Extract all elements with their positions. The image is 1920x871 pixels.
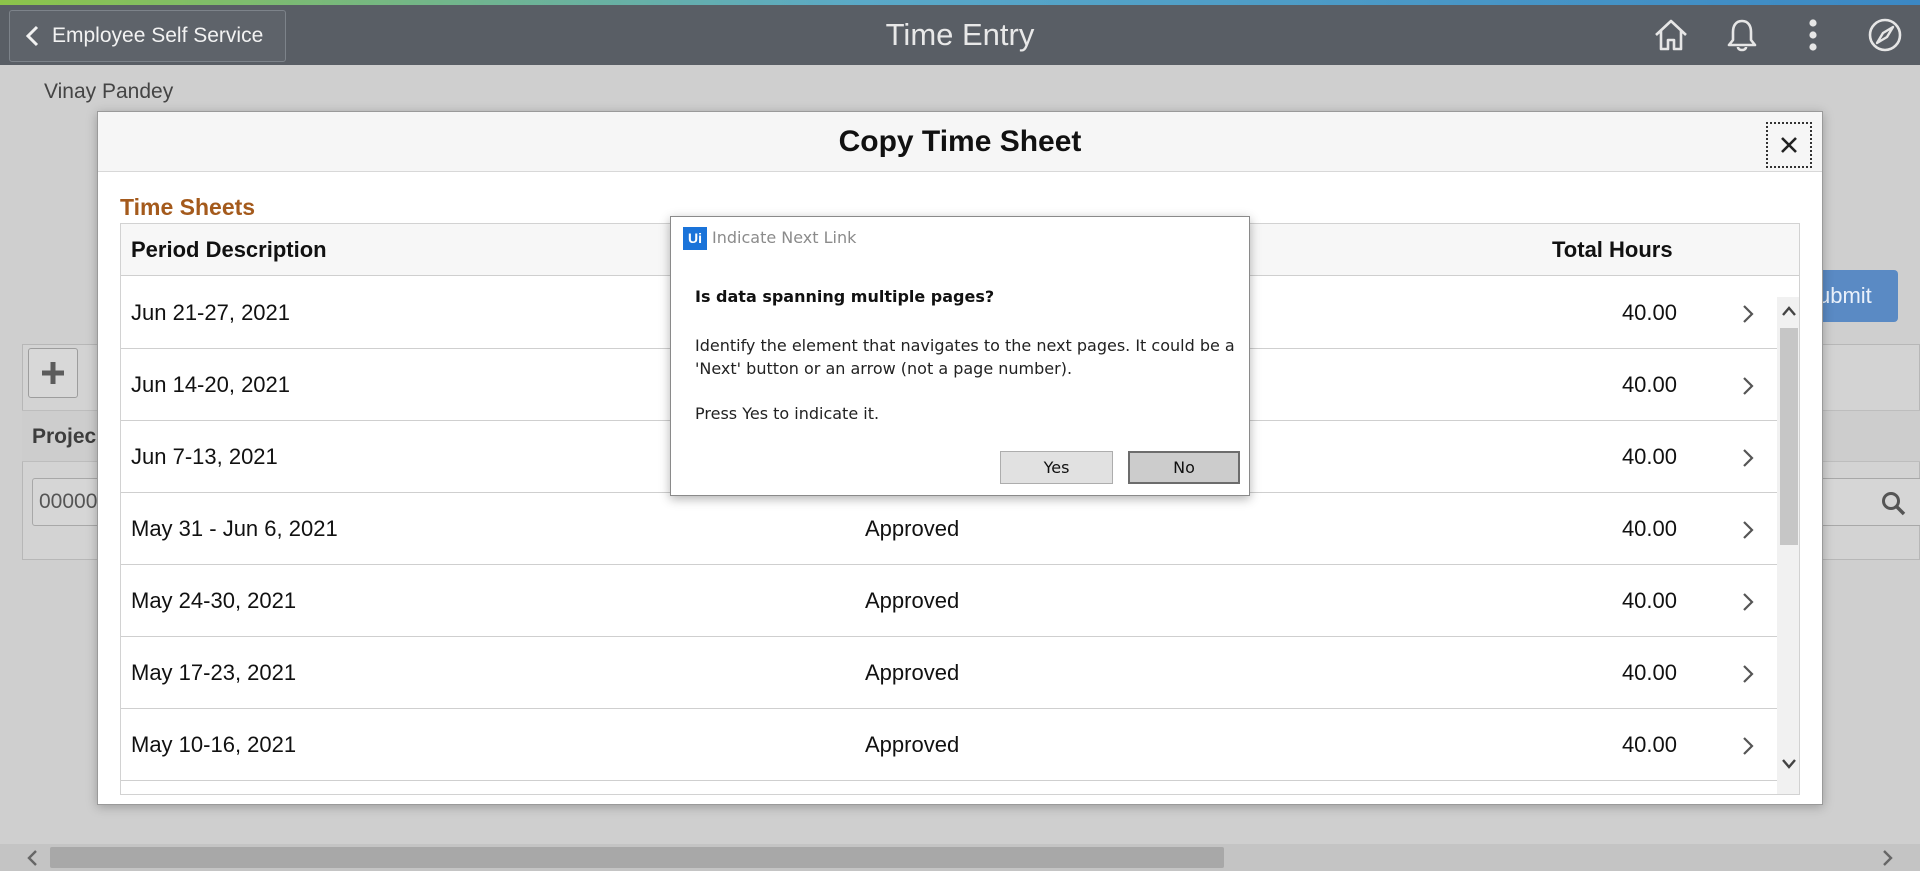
chevron-right-icon[interactable] — [1741, 447, 1755, 469]
chevron-right-icon[interactable] — [1741, 519, 1755, 541]
indicate-next-link-dialog: Ui Indicate Next Link Is data spanning m… — [670, 216, 1250, 496]
dialog-question: Is data spanning multiple pages? — [695, 287, 995, 306]
hours-cell: 40.00 — [1621, 372, 1677, 397]
hours-cell: 40.00 — [1621, 300, 1677, 325]
hours-cell: 40.00 — [1621, 588, 1677, 613]
yes-button[interactable]: Yes — [1000, 451, 1113, 484]
user-name: Vinay Pandey — [44, 80, 174, 103]
chevron-right-icon[interactable] — [1741, 735, 1755, 757]
period-cell: Jun 7-13, 2021 — [131, 444, 278, 469]
table-row[interactable]: May 17-23, 2021 Approved 40.00 — [121, 637, 1777, 709]
scroll-right-icon[interactable] — [1876, 846, 1898, 870]
hours-cell: 40.00 — [1621, 660, 1677, 685]
period-cell: Jun 14-20, 2021 — [131, 372, 291, 397]
hours-cell: 40.00 — [1621, 516, 1677, 541]
dialog-title: Indicate Next Link — [712, 228, 857, 247]
header-banner — [0, 5, 1920, 65]
chevron-left-icon — [25, 25, 39, 47]
modal-close-button[interactable] — [1766, 122, 1812, 168]
vertical-scrollbar-thumb[interactable] — [1780, 328, 1798, 545]
scroll-left-icon[interactable] — [22, 846, 44, 870]
close-icon — [1781, 137, 1797, 153]
table-row[interactable]: May 24-30, 2021 Approved 40.00 — [121, 565, 1777, 637]
status-cell: Approved — [865, 732, 960, 757]
hours-cell: 40.00 — [1621, 444, 1677, 469]
bell-icon[interactable] — [1722, 15, 1762, 55]
more-vertical-icon[interactable] — [1793, 15, 1833, 55]
status-cell: Approved — [865, 660, 960, 685]
plus-icon — [42, 362, 64, 384]
table-row[interactable]: May 10-16, 2021 Approved 40.00 — [121, 709, 1777, 781]
add-row-button[interactable] — [28, 348, 78, 398]
period-cell: May 10-16, 2021 — [131, 732, 297, 757]
horizontal-scrollbar-thumb[interactable] — [50, 847, 1224, 868]
status-cell: Approved — [865, 516, 960, 541]
chevron-right-icon[interactable] — [1741, 303, 1755, 325]
dialog-hint: Press Yes to indicate it. — [695, 404, 880, 423]
modal-title: Copy Time Sheet — [838, 125, 1082, 158]
period-cell: May 31 - Jun 6, 2021 — [131, 516, 338, 541]
chevron-right-icon[interactable] — [1741, 375, 1755, 397]
back-button[interactable]: Employee Self Service — [9, 10, 286, 62]
scroll-up-icon[interactable] — [1779, 301, 1799, 321]
column-header-total-hours[interactable]: Total Hours — [1552, 224, 1673, 276]
project-column-label: Projec — [32, 425, 97, 448]
back-button-label: Employee Self Service — [52, 24, 264, 47]
chevron-right-icon[interactable] — [1741, 591, 1755, 613]
period-cell: Jun 21-27, 2021 — [131, 300, 291, 325]
period-cell: May 17-23, 2021 — [131, 660, 297, 685]
column-header-period[interactable]: Period Description — [131, 224, 327, 276]
uipath-logo: Ui — [683, 227, 707, 250]
dialog-description: Identify the element that navigates to t… — [695, 336, 1235, 378]
no-button[interactable]: No — [1128, 451, 1240, 484]
search-icon[interactable] — [1880, 490, 1906, 516]
status-cell: Approved — [865, 588, 960, 613]
compass-icon[interactable] — [1865, 15, 1905, 55]
section-title: Time Sheets — [120, 194, 256, 220]
chevron-right-icon[interactable] — [1741, 663, 1755, 685]
home-icon[interactable] — [1651, 15, 1691, 55]
table-row[interactable]: May 31 - Jun 6, 2021 Approved 40.00 — [121, 493, 1777, 565]
scroll-down-icon[interactable] — [1779, 754, 1799, 774]
period-cell: May 24-30, 2021 — [131, 588, 297, 613]
hours-cell: 40.00 — [1621, 732, 1677, 757]
